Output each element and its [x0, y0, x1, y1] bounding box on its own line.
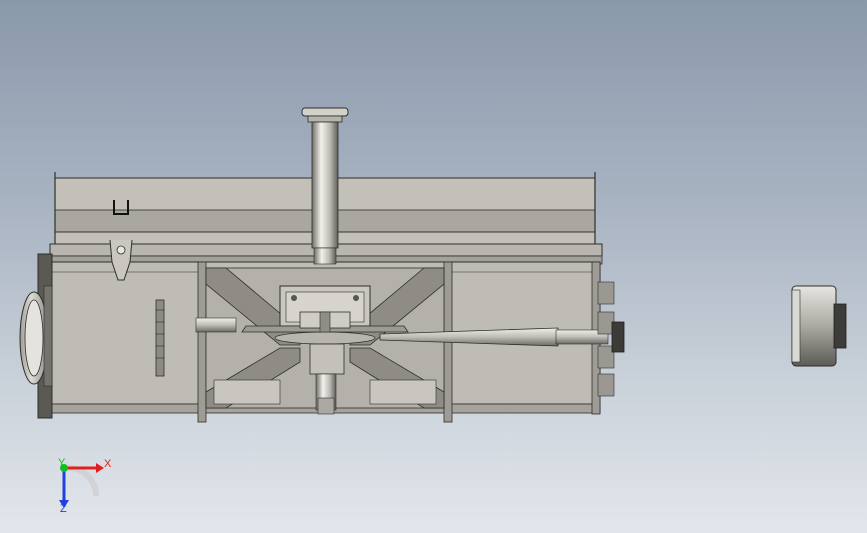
y-axis-label: Y [58, 457, 66, 469]
axis-triad: X Y Z [58, 457, 112, 515]
left-drum-assembly[interactable] [19, 253, 53, 419]
model-view[interactable]: X Y Z [0, 0, 867, 533]
cad-graphics-viewport[interactable]: X Y Z [0, 0, 867, 533]
sprocket-left[interactable] [155, 299, 165, 377]
detached-pulley[interactable] [791, 285, 847, 367]
z-axis-label: Z [60, 503, 67, 515]
x-axis-label: X [104, 458, 112, 470]
